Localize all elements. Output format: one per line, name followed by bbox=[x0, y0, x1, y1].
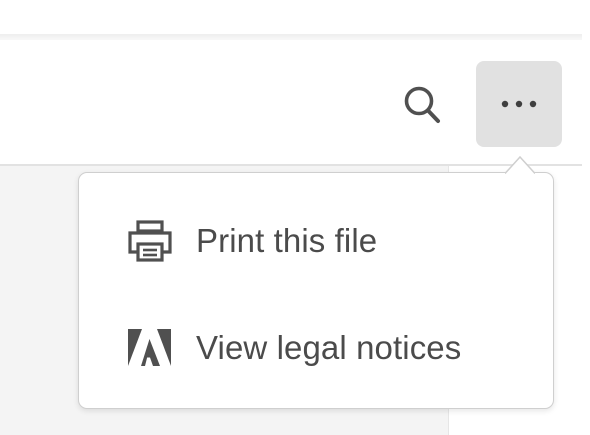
more-horizontal-icon bbox=[501, 100, 537, 108]
right-edge-strip bbox=[582, 34, 590, 435]
menu-item-legal-notices[interactable]: View legal notices bbox=[79, 308, 553, 388]
menu-pointer bbox=[505, 155, 535, 174]
menu-item-label: View legal notices bbox=[196, 329, 462, 366]
search-icon bbox=[404, 86, 440, 123]
more-options-button[interactable] bbox=[476, 61, 562, 147]
printer-icon bbox=[125, 219, 175, 263]
more-options-menu: Print this file View legal notices bbox=[78, 172, 554, 409]
top-bar bbox=[0, 0, 590, 34]
search-button[interactable] bbox=[395, 78, 449, 132]
adobe-logo-icon bbox=[125, 326, 175, 370]
menu-item-label: Print this file bbox=[196, 222, 378, 259]
menu-item-print[interactable]: Print this file bbox=[79, 201, 553, 281]
